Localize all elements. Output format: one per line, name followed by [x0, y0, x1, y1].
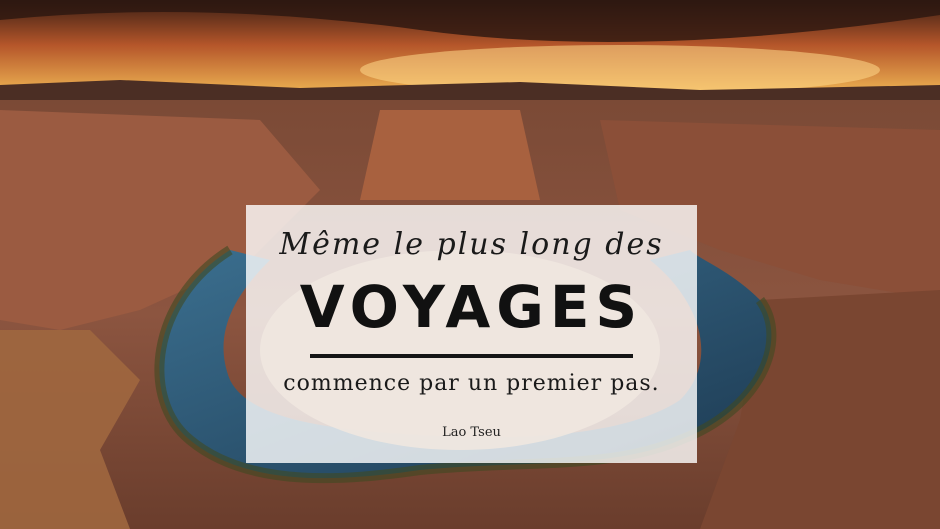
divider-rule — [310, 354, 633, 358]
quote-line-voyages: VOYAGES — [299, 273, 644, 341]
quote-line-3: commence par un premier pas. — [283, 371, 660, 396]
quote-line-1: Même le plus long des — [279, 227, 664, 262]
quote-author: Lao Tseu — [442, 425, 501, 440]
quote-card: Même le plus long des VOYAGES commence p… — [246, 205, 697, 463]
